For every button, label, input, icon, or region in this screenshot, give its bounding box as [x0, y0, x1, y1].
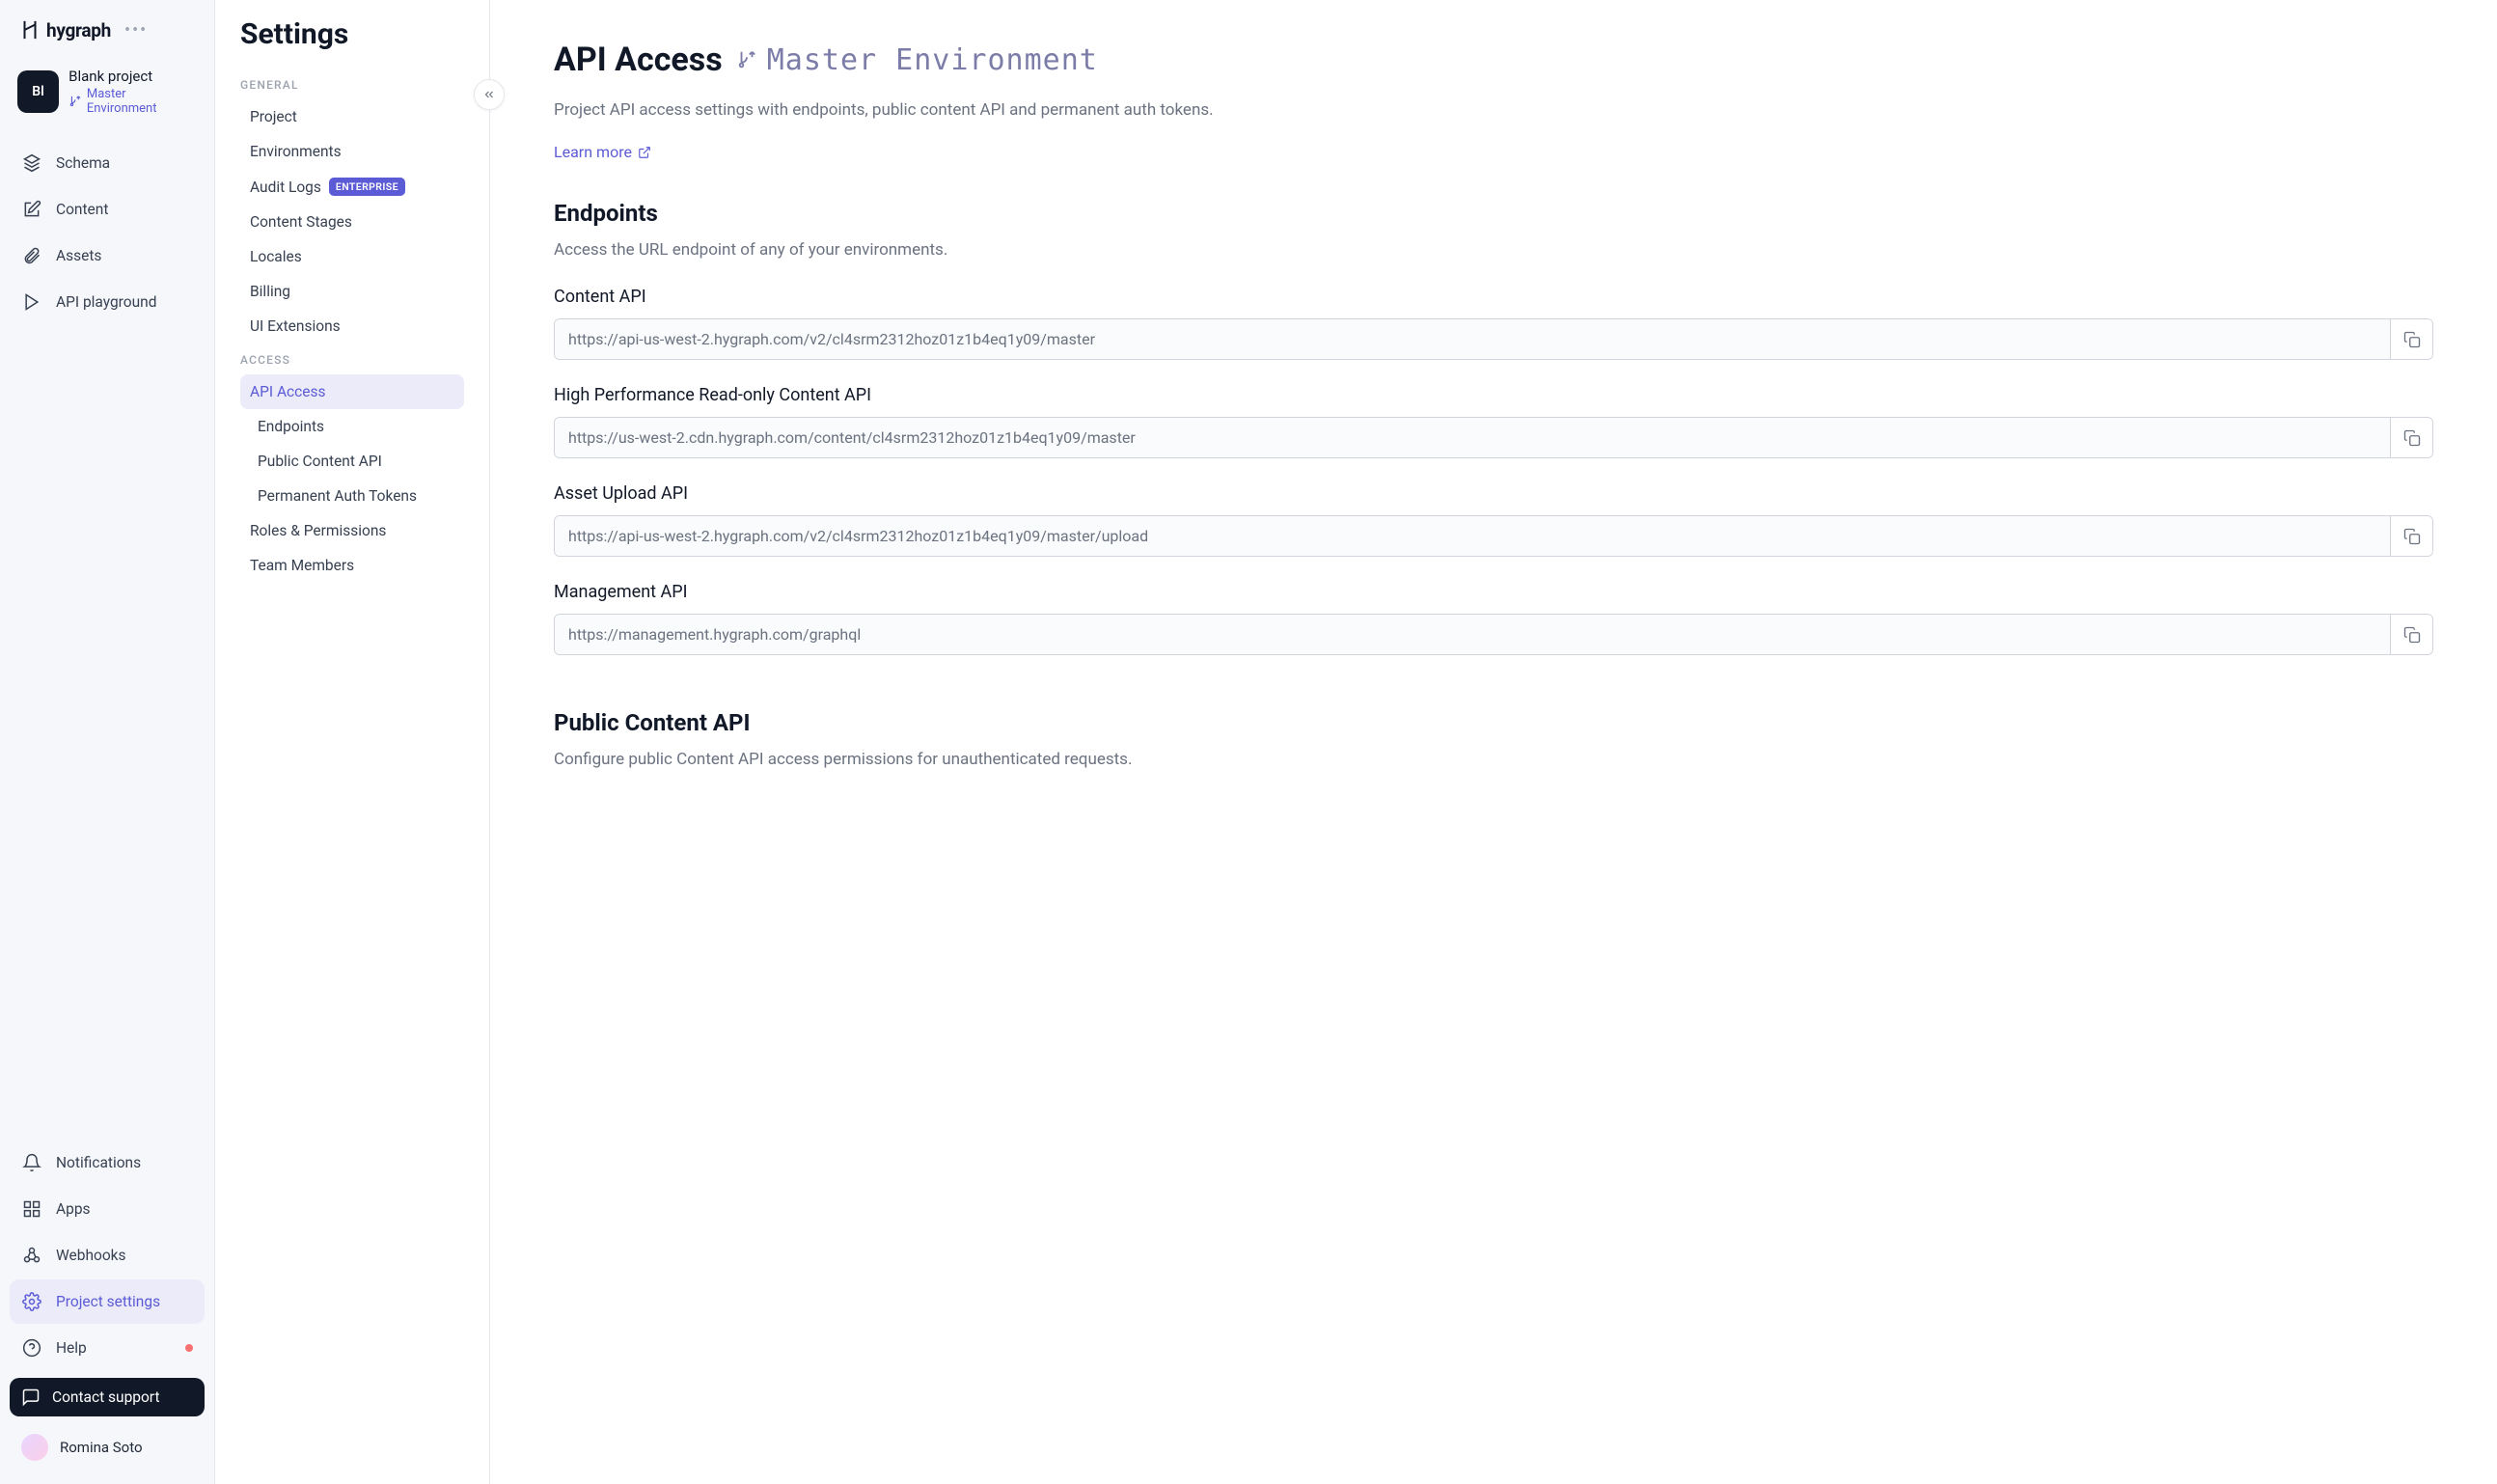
endpoint-label: Content API [554, 287, 2433, 307]
learn-more-link[interactable]: Learn more [554, 143, 651, 161]
nav-notifications[interactable]: Notifications [10, 1140, 205, 1185]
page-description: Project API access settings with endpoin… [554, 100, 2433, 120]
endpoint-content-api: Content API [554, 287, 2433, 360]
grid-icon [21, 1198, 42, 1220]
endpoint-management: Management API [554, 582, 2433, 655]
nav-webhooks[interactable]: Webhooks [10, 1233, 205, 1278]
copy-icon [2403, 528, 2421, 545]
settings-item-public-content-api[interactable]: Public Content API [240, 444, 464, 479]
settings-item-environments[interactable]: Environments [240, 134, 464, 169]
webhook-icon [21, 1245, 42, 1266]
external-link-icon [638, 146, 651, 159]
settings-item-endpoints[interactable]: Endpoints [240, 409, 464, 444]
settings-item-billing[interactable]: Billing [240, 274, 464, 309]
project-name: Blank project [69, 68, 197, 85]
settings-item-api-access[interactable]: API Access [240, 374, 464, 409]
contact-support-button[interactable]: Contact support [10, 1378, 205, 1416]
hygraph-logo-icon [19, 17, 41, 42]
copy-button[interactable] [2390, 615, 2432, 654]
edit-icon [21, 199, 42, 220]
copy-icon [2403, 626, 2421, 644]
settings-section-general: GENERAL [240, 78, 464, 92]
branch-icon [736, 49, 757, 70]
endpoint-label: High Performance Read-only Content API [554, 385, 2433, 405]
settings-nav: Settings GENERAL Project Environments Au… [215, 0, 490, 1484]
nav-apps[interactable]: Apps [10, 1187, 205, 1231]
copy-button[interactable] [2390, 516, 2432, 556]
copy-button[interactable] [2390, 418, 2432, 457]
settings-item-roles-permissions[interactable]: Roles & Permissions [240, 513, 464, 548]
settings-item-ui-extensions[interactable]: UI Extensions [240, 309, 464, 344]
settings-item-content-stages[interactable]: Content Stages [240, 205, 464, 239]
user-avatar [21, 1434, 48, 1461]
settings-section-access: ACCESS [240, 353, 464, 367]
enterprise-badge: ENTERPRISE [329, 178, 405, 196]
endpoint-asset-upload: Asset Upload API [554, 483, 2433, 557]
settings-title: Settings [240, 17, 464, 51]
project-avatar: Bl [17, 70, 59, 113]
nav-project-settings[interactable]: Project settings [10, 1279, 205, 1324]
endpoint-url-input[interactable] [555, 615, 2390, 654]
nav-help[interactable]: Help [10, 1326, 205, 1370]
app-logo-text: hygraph [46, 19, 111, 41]
public-content-description: Configure public Content API access perm… [554, 750, 2433, 769]
user-name: Romina Soto [60, 1439, 143, 1456]
gear-icon [21, 1291, 42, 1312]
more-icon[interactable]: ••• [121, 18, 151, 42]
branch-icon [69, 95, 82, 108]
endpoint-url-input[interactable] [555, 418, 2390, 457]
public-content-heading: Public Content API [554, 709, 2433, 736]
endpoint-high-performance: High Performance Read-only Content API [554, 385, 2433, 458]
nav-content[interactable]: Content [10, 187, 205, 232]
user-menu[interactable]: Romina Soto [10, 1424, 205, 1470]
endpoints-heading: Endpoints [554, 200, 2433, 227]
copy-icon [2403, 331, 2421, 348]
endpoints-description: Access the URL endpoint of any of your e… [554, 240, 2433, 260]
bell-icon [21, 1152, 42, 1173]
endpoint-label: Management API [554, 582, 2433, 602]
app-logo[interactable]: hygraph [19, 17, 111, 42]
message-icon [21, 1388, 41, 1407]
play-icon [21, 291, 42, 313]
settings-item-team-members[interactable]: Team Members [240, 548, 464, 583]
endpoint-url-input[interactable] [555, 319, 2390, 359]
paperclip-icon [21, 245, 42, 266]
help-icon [21, 1337, 42, 1359]
endpoint-label: Asset Upload API [554, 483, 2433, 504]
nav-schema[interactable]: Schema [10, 141, 205, 185]
page-title: API Access [554, 41, 723, 79]
settings-item-locales[interactable]: Locales [240, 239, 464, 274]
nav-assets[interactable]: Assets [10, 234, 205, 278]
layers-icon [21, 152, 42, 174]
environment-label: Master Environment [736, 43, 1098, 77]
project-environment: Master Environment [69, 87, 197, 116]
settings-item-audit-logs[interactable]: Audit Logs ENTERPRISE [240, 169, 464, 205]
settings-item-project[interactable]: Project [240, 99, 464, 134]
collapse-panel-button[interactable] [474, 79, 505, 110]
copy-icon [2403, 429, 2421, 447]
nav-api-playground[interactable]: API playground [10, 280, 205, 324]
primary-sidebar: hygraph ••• Bl Blank project Master Envi… [0, 0, 215, 1484]
settings-item-permanent-auth-tokens[interactable]: Permanent Auth Tokens [240, 479, 464, 513]
endpoint-url-input[interactable] [555, 516, 2390, 556]
copy-button[interactable] [2390, 319, 2432, 359]
chevron-double-left-icon [482, 88, 496, 101]
notification-dot [185, 1344, 193, 1352]
project-switcher[interactable]: Bl Blank project Master Environment [10, 60, 205, 124]
main-content: API Access Master Environment Project AP… [490, 0, 2497, 1484]
